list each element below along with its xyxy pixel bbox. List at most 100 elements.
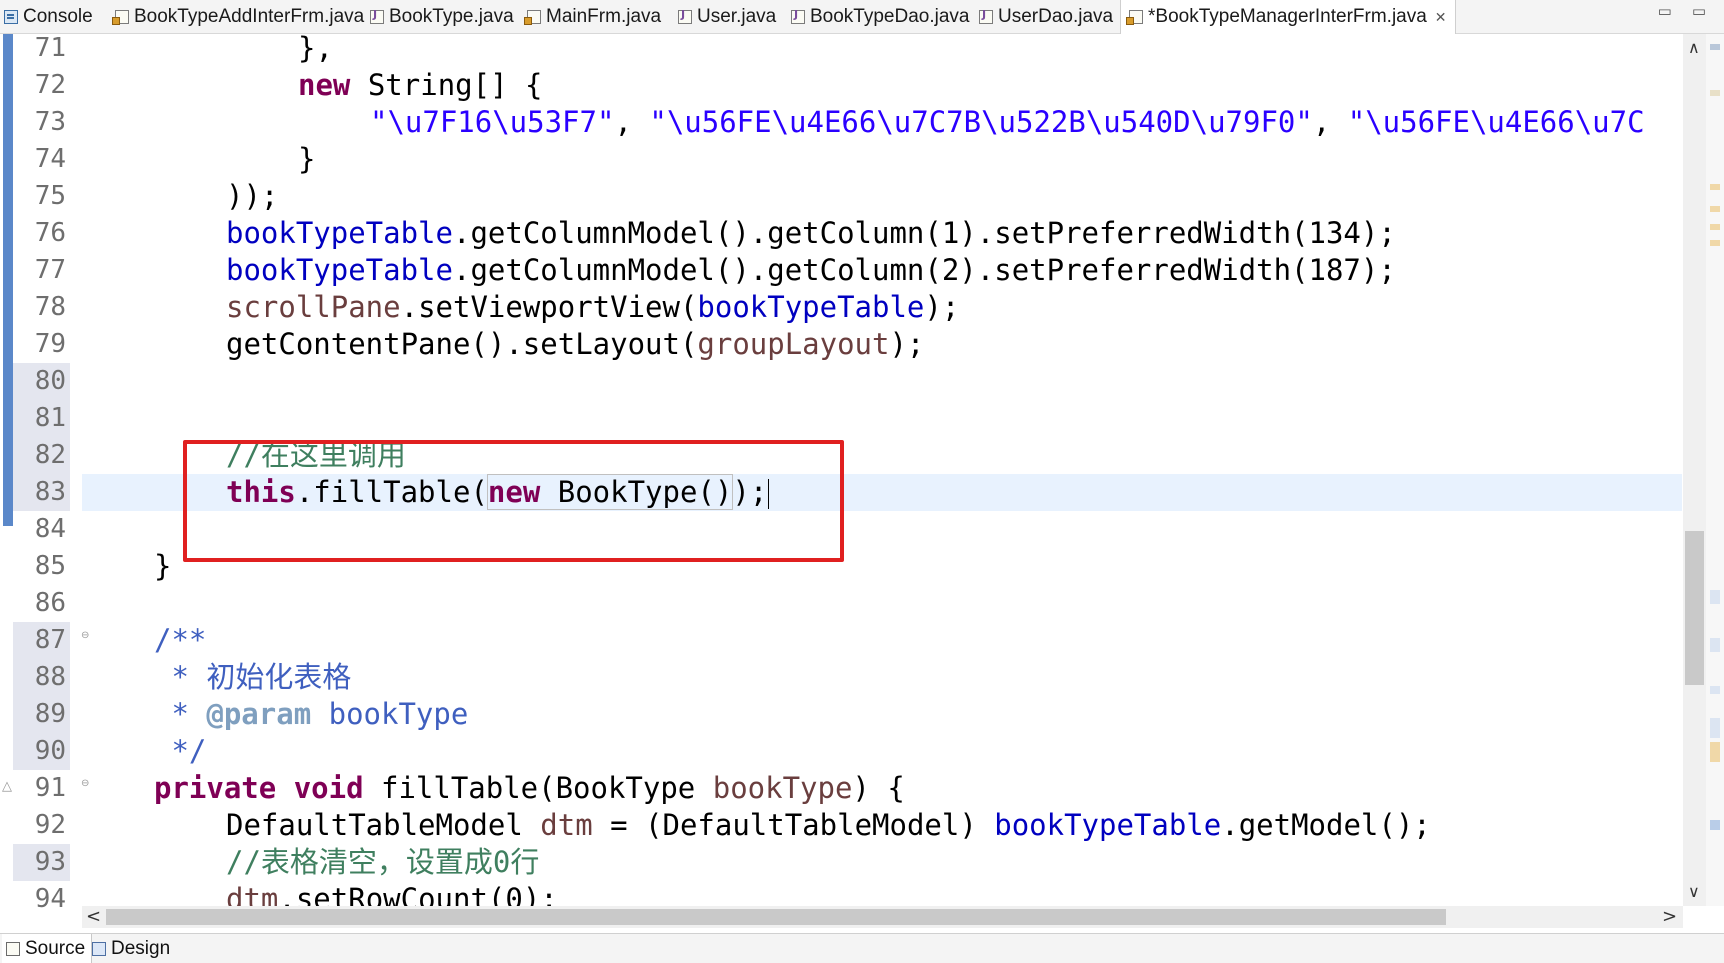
overview-marker xyxy=(1710,184,1720,190)
code-line: } xyxy=(298,142,316,176)
scroll-right-icon[interactable]: > xyxy=(1662,906,1677,927)
line-number-gutter: 71 72 73 74 75 76 77 78 79 80 81 82 83 8… xyxy=(13,33,89,914)
line-number: 94 xyxy=(34,884,66,914)
code-line: //表格清空，设置成0行 xyxy=(226,845,540,879)
editor-mode-tabs: Source Design xyxy=(0,933,1724,963)
code-editor[interactable]: △ 71 72 73 74 75 76 77 78 79 80 81 82 83… xyxy=(0,33,1724,928)
code-line: DefaultTableModel dtm = (DefaultTableMod… xyxy=(226,808,1431,842)
quick-diff-ruler: △ xyxy=(0,34,13,906)
code-line: dtm.setRowCount(0); xyxy=(226,882,558,906)
tab-label: BookTypeAddInterFrm.java xyxy=(134,5,365,27)
frame-java-icon xyxy=(524,9,541,25)
overview-marker xyxy=(1710,590,1720,604)
scroll-thumb[interactable] xyxy=(1685,531,1704,685)
design-icon xyxy=(92,941,106,956)
close-tab-icon[interactable]: ✕ xyxy=(1435,9,1447,26)
line-number: 82 xyxy=(13,437,70,474)
tab-label: User.java xyxy=(697,5,777,27)
line-number: 84 xyxy=(34,514,66,544)
tab-booktypemanagerinterfrm[interactable]: *BookTypeManagerInterFrm.java ✕ xyxy=(1120,0,1456,34)
java-file-icon xyxy=(791,8,805,24)
overview-marker xyxy=(1710,224,1720,230)
overview-marker xyxy=(1710,44,1720,50)
tab-label: Source xyxy=(25,937,86,959)
console-icon xyxy=(4,9,18,24)
window-controls: ▭ ▭ xyxy=(1658,2,1706,20)
line-number: 86 xyxy=(34,588,66,618)
overview-marker xyxy=(1710,206,1720,212)
frame-java-icon xyxy=(1126,10,1143,25)
maximize-icon[interactable]: ▭ xyxy=(1692,2,1706,20)
line-number: 89 xyxy=(13,696,70,733)
overview-marker xyxy=(1710,90,1720,96)
line-number: 73 xyxy=(34,107,66,137)
scroll-left-icon[interactable]: < xyxy=(86,906,101,927)
java-file-icon xyxy=(370,8,384,24)
overview-ruler[interactable] xyxy=(1706,34,1724,906)
vertical-scrollbar[interactable]: ∧ ∨ xyxy=(1683,34,1706,906)
overview-marker xyxy=(1710,638,1720,652)
scroll-down-icon[interactable]: ∨ xyxy=(1688,882,1700,901)
code-line: */ xyxy=(154,734,207,768)
line-number: 72 xyxy=(34,70,66,100)
editor-tab-bar: Console BookTypeAddInterFrm.java BookTyp… xyxy=(0,0,1724,34)
line-number: 88 xyxy=(13,659,70,696)
tab-booktypedao[interactable]: BookTypeDao.java xyxy=(791,0,970,33)
line-number: 77 xyxy=(34,255,66,285)
code-line: }, xyxy=(298,34,333,65)
tab-source[interactable]: Source xyxy=(2,934,93,963)
line-number: 83 xyxy=(13,474,70,511)
line-number: 93 xyxy=(13,844,70,881)
quick-diff-marker xyxy=(3,34,13,526)
tab-console[interactable]: Console xyxy=(4,0,93,33)
tab-label: UserDao.java xyxy=(998,5,1114,27)
warning-icon: △ xyxy=(2,778,12,793)
code-line: * 初始化表格 xyxy=(154,660,352,694)
code-line: bookTypeTable.getColumnModel().getColumn… xyxy=(226,216,1396,250)
code-line: * @param bookType xyxy=(154,697,469,731)
overview-marker xyxy=(1710,718,1720,738)
red-annotation-box xyxy=(183,440,844,562)
code-line: bookTypeTable.getColumnModel().getColumn… xyxy=(226,253,1396,287)
frame-java-icon xyxy=(112,9,129,25)
tab-label: Console xyxy=(23,5,93,27)
tab-userdao[interactable]: UserDao.java xyxy=(979,0,1113,33)
line-number: 74 xyxy=(34,144,66,174)
source-icon xyxy=(6,941,20,956)
code-line: getContentPane().setLayout(groupLayout); xyxy=(226,327,925,361)
code-line: private void fillTable(BookType bookType… xyxy=(154,771,905,805)
tab-label: BookTypeDao.java xyxy=(810,5,970,27)
line-number: 87 xyxy=(13,622,70,659)
tab-design[interactable]: Design xyxy=(88,934,176,963)
tab-label: BookType.java xyxy=(389,5,514,27)
horizontal-scrollbar[interactable]: < > xyxy=(82,906,1683,928)
line-number: 76 xyxy=(34,218,66,248)
code-line: "\u7F16\u53F7", "\u56FE\u4E66\u7C7B\u522… xyxy=(370,105,1645,139)
minimize-icon[interactable]: ▭ xyxy=(1658,2,1672,20)
overview-marker xyxy=(1710,240,1720,246)
overview-marker xyxy=(1710,742,1720,762)
tab-user[interactable]: User.java xyxy=(678,0,776,33)
line-number: 75 xyxy=(34,181,66,211)
line-number: 92 xyxy=(34,810,66,840)
scroll-up-icon[interactable]: ∧ xyxy=(1688,38,1700,57)
tab-booktype[interactable]: BookType.java xyxy=(370,0,514,33)
tab-label: *BookTypeManagerInterFrm.java xyxy=(1148,6,1427,27)
tab-booktypeaddinterfrm[interactable]: BookTypeAddInterFrm.java xyxy=(112,0,365,33)
line-number: 71 xyxy=(34,33,66,63)
code-line: )); xyxy=(226,179,279,213)
code-line: } xyxy=(154,549,172,583)
line-number: 91 xyxy=(34,773,66,803)
tab-mainfrm[interactable]: MainFrm.java xyxy=(524,0,662,33)
code-line: scrollPane.setViewportView(bookTypeTable… xyxy=(226,290,960,324)
line-number: 79 xyxy=(34,329,66,359)
tab-label: MainFrm.java xyxy=(546,5,662,27)
java-file-icon xyxy=(678,8,692,24)
line-number: 85 xyxy=(34,551,66,581)
java-file-icon xyxy=(979,8,993,24)
overview-marker xyxy=(1710,686,1720,694)
line-number: 80 xyxy=(13,363,70,400)
line-number: 90 xyxy=(13,733,70,770)
scroll-thumb[interactable] xyxy=(106,909,1446,925)
code-line: new String[] { xyxy=(298,68,543,102)
